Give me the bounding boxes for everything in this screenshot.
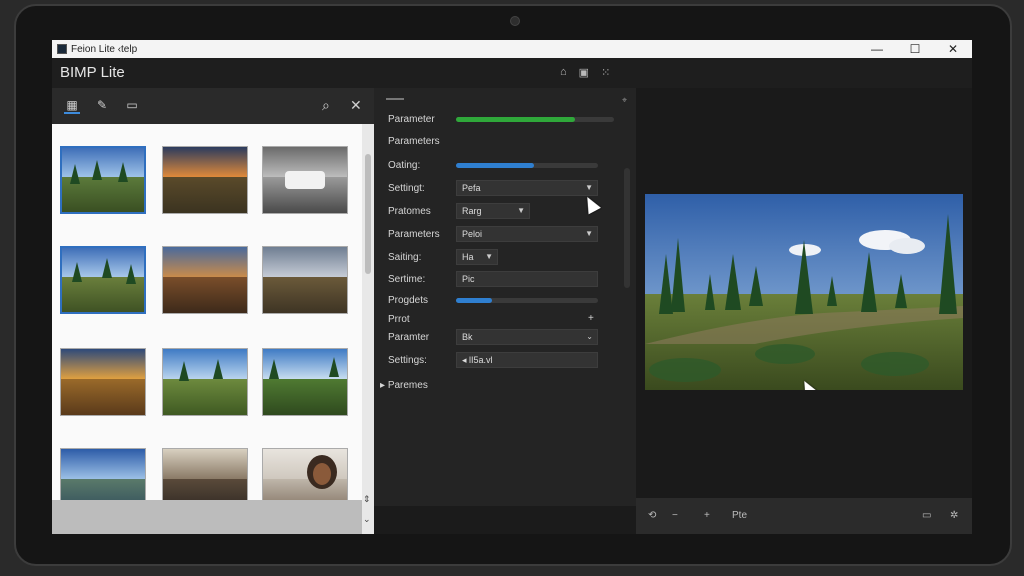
setting-label: Sertime:	[388, 274, 426, 285]
camera-icon[interactable]: ▭	[922, 510, 931, 521]
preview-toolbar: ⟲ − + Pte ▭ ✲	[636, 498, 972, 534]
camera	[510, 16, 520, 26]
scrollbar-thumb[interactable]	[365, 154, 371, 274]
setting-label: Settings:	[388, 355, 427, 366]
setting-label: Pratomes	[388, 206, 431, 217]
image-browser-panel: ▦ ✎ ▭ ⌕ ✕ ⇕ ⌄	[52, 88, 374, 534]
setting-label: Paramter	[388, 332, 430, 343]
header-icons: ⌂ ▣ ⁙	[560, 66, 610, 79]
settings-scrollbar[interactable]	[624, 168, 630, 288]
browser-toolbar: ▦ ✎ ▭ ⌕ ✕	[52, 88, 374, 124]
title-bar: Feion Lite ‹telp — ☐ ✕	[52, 40, 972, 58]
setting-label: Saiting:	[388, 252, 422, 263]
progress-slider[interactable]	[456, 298, 598, 303]
setting-field[interactable]: Pic	[456, 271, 598, 287]
scroll-up-icon[interactable]: ⇕	[363, 494, 371, 505]
thumbnail-grid	[52, 124, 362, 516]
zoom-level[interactable]: Pte	[732, 510, 747, 521]
thumbnail[interactable]	[162, 348, 248, 416]
browser-status-strip	[52, 500, 362, 534]
app-window: Feion Lite ‹telp — ☐ ✕ BIMP Lite ⌂ ▣ ⁙ ▦…	[52, 40, 972, 534]
thumbnail[interactable]	[162, 146, 248, 214]
gear-icon[interactable]: ✲	[950, 510, 958, 521]
landscape-preview-image	[645, 194, 963, 390]
chevron-down-icon: ▼	[585, 183, 593, 192]
maximize-button[interactable]: ☐	[896, 40, 934, 58]
chevron-down-icon: ▼	[517, 206, 525, 215]
browser-scrollbar[interactable]: ⇕ ⌄	[362, 124, 374, 534]
home-icon[interactable]: ⌂	[560, 66, 567, 79]
setting-dropdown[interactable]: Peloi ▼	[456, 226, 598, 242]
setting-dropdown[interactable]: Pefa ▼	[456, 180, 598, 196]
setting-field[interactable]: ◂ lI5a.vl	[456, 352, 598, 368]
thumbnail[interactable]	[162, 246, 248, 314]
mouse-cursor	[581, 193, 601, 215]
preview-panel: ⟲ − + Pte ▭ ✲	[636, 88, 972, 534]
setting-dropdown[interactable]: Bk ⌄	[456, 329, 598, 345]
chevron-down-icon: ⌄	[586, 332, 593, 341]
app-header: BIMP Lite ⌂ ▣ ⁙	[52, 58, 972, 88]
section-heading: Parameters	[388, 136, 440, 147]
app-name: BIMP Lite	[60, 64, 125, 81]
thumbnail[interactable]	[60, 146, 146, 214]
image-preview	[645, 194, 963, 390]
setting-dropdown[interactable]: Rarg ▼	[456, 203, 530, 219]
pin-icon[interactable]: ⌖	[622, 95, 627, 106]
thumbnail[interactable]	[262, 146, 348, 214]
collapsed-section[interactable]: ▸ Paremes	[380, 380, 428, 391]
chevron-down-icon: ▼	[485, 252, 493, 261]
rotate-icon[interactable]: ⟲	[648, 510, 656, 521]
parameter-progress[interactable]	[456, 117, 614, 122]
setting-label: Oating:	[388, 160, 421, 171]
volume-icon: ◂	[462, 355, 470, 365]
settings-footer	[374, 506, 636, 534]
setting-label: Parameters	[388, 229, 440, 240]
panel-grip-icon[interactable]	[386, 98, 404, 100]
oating-slider[interactable]	[456, 163, 598, 168]
setting-dropdown[interactable]: Ha ▼	[456, 249, 498, 265]
window-controls: — ☐ ✕	[858, 40, 972, 58]
window-title: Feion Lite ‹telp	[71, 43, 138, 55]
setting-label: Progdets	[388, 295, 429, 306]
chevron-down-icon: ▼	[585, 229, 593, 238]
add-button[interactable]: +	[588, 313, 594, 324]
minimize-button[interactable]: —	[858, 40, 896, 58]
thumbnail[interactable]	[262, 348, 348, 416]
settings-panel: ⌖ Parameter Parameters Oating: Settingt:…	[374, 88, 653, 534]
close-button[interactable]: ✕	[934, 40, 972, 58]
setting-label: Prrot	[388, 314, 410, 325]
batch-icon[interactable]: ▦	[64, 98, 80, 114]
close-icon[interactable]: ✕	[350, 97, 362, 114]
plus-icon[interactable]: +	[704, 510, 710, 521]
scroll-down-icon[interactable]: ⌄	[363, 514, 371, 525]
thumbnail[interactable]	[60, 348, 146, 416]
thumbnail[interactable]	[60, 246, 146, 314]
image-icon[interactable]: ▣	[579, 66, 589, 79]
setting-label: Parameter	[388, 114, 435, 125]
minus-icon[interactable]: −	[672, 510, 678, 521]
app-icon	[57, 44, 67, 54]
thumbnail[interactable]	[262, 246, 348, 314]
setting-label: Settingt:	[388, 183, 425, 194]
search-icon[interactable]: ⌕	[322, 97, 330, 114]
brush-icon[interactable]: ✎	[94, 98, 110, 114]
folder-icon[interactable]: ▭	[124, 98, 140, 114]
grid-icon[interactable]: ⁙	[601, 66, 610, 79]
